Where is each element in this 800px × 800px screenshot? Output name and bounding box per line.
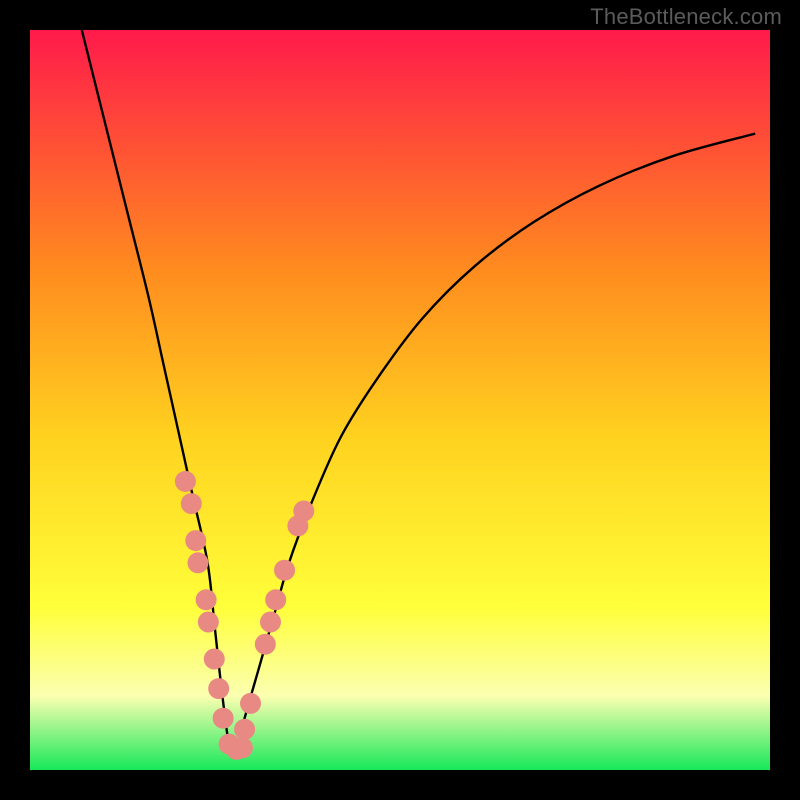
data-marker [208, 678, 229, 699]
data-marker [255, 634, 276, 655]
data-marker [240, 693, 261, 714]
data-marker [175, 471, 196, 492]
data-marker [181, 493, 202, 514]
data-marker [232, 737, 253, 758]
data-marker [204, 649, 225, 670]
plot-area [30, 30, 770, 770]
data-marker [196, 589, 217, 610]
data-marker [185, 530, 206, 551]
chart-svg [30, 30, 770, 770]
data-marker [274, 560, 295, 581]
data-marker [234, 719, 255, 740]
watermark-label: TheBottleneck.com [590, 4, 782, 30]
data-marker [198, 612, 219, 633]
gradient-background [30, 30, 770, 770]
data-marker [293, 501, 314, 522]
data-marker [260, 612, 281, 633]
chart-frame: TheBottleneck.com [0, 0, 800, 800]
data-marker [187, 552, 208, 573]
data-marker [213, 708, 234, 729]
data-marker [265, 589, 286, 610]
